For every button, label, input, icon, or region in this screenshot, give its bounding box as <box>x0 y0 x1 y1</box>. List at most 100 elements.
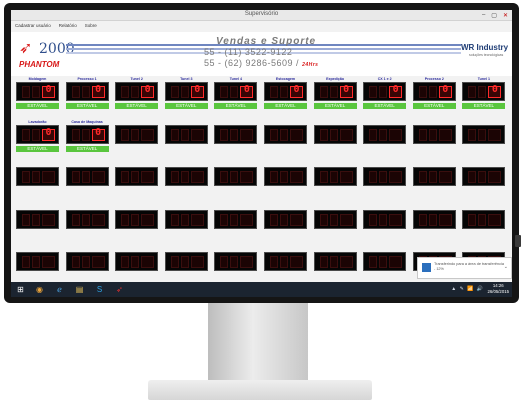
display-digit-slot <box>270 171 278 183</box>
panel-label: Casa de Maquinas <box>71 120 103 124</box>
display-digit-slot <box>379 86 388 98</box>
system-tray[interactable]: ▲ ✎ 📶 🔊 <box>451 286 484 292</box>
display-digit-slot <box>81 86 90 98</box>
display-digit-slot <box>319 86 328 98</box>
seven-segment-display <box>462 210 506 229</box>
transfer-notification[interactable]: Transferindo para a área de transferênci… <box>417 257 512 279</box>
seven-segment-display <box>16 210 59 229</box>
minimize-button[interactable]: – <box>482 12 485 18</box>
display-digit-slot <box>280 171 288 183</box>
seven-segment-display: 0 <box>313 82 357 101</box>
display-digit-slot <box>121 129 130 141</box>
sensor-panel-empty <box>313 120 358 156</box>
display-digit-slot <box>131 256 140 268</box>
display-digit-slot <box>438 171 452 183</box>
taskbar-clock[interactable]: 14:26 26/05/2015 <box>487 283 509 295</box>
sensor-panel-empty <box>213 120 258 156</box>
phantom-app-icon[interactable]: ➶ <box>113 284 126 295</box>
internet-explorer-icon[interactable]: ℯ <box>53 284 66 295</box>
panel-label: Moldagem <box>28 77 47 81</box>
menu-item-relatorio[interactable]: Relatório <box>59 23 77 28</box>
display-digit-slot <box>240 214 254 226</box>
display-digit-slot <box>71 214 80 226</box>
sensor-panel: Tunel 1 0 ESTÁVEL <box>461 77 506 113</box>
display-digit-slot <box>468 171 477 183</box>
display-value: 0 <box>45 127 52 138</box>
display-digit-slot <box>121 171 130 183</box>
display-digit-slot <box>428 129 437 141</box>
display-digit-slot <box>32 214 40 226</box>
panel-label: Tunel 3 <box>180 77 193 81</box>
skype-icon[interactable]: S <box>93 284 106 295</box>
display-digit-slot <box>329 171 338 183</box>
display-digit-slot <box>418 214 427 226</box>
seven-segment-display <box>164 210 208 229</box>
display-digit-slot <box>339 171 353 183</box>
display-digit-slot <box>220 171 229 183</box>
display-digit-slot <box>81 214 90 226</box>
seven-segment-display <box>65 167 109 186</box>
display-digit-slot <box>280 86 288 98</box>
chevron-down-icon[interactable]: ⌄ <box>504 264 508 270</box>
display-value: 0 <box>144 84 151 95</box>
sensor-panel: Processo 2 0 ESTÁVEL <box>412 77 457 113</box>
display-digit-slot <box>42 256 55 268</box>
seven-segment-display <box>164 125 208 144</box>
seven-segment-display <box>462 125 506 144</box>
maximize-button[interactable]: ▢ <box>491 12 497 19</box>
sensor-panel: Estocagem 0 ESTÁVEL <box>263 77 308 113</box>
monitor-bezel: Supervisório – ▢ ✕ Cadastrar usuário Rel… <box>4 3 521 303</box>
display-digit-slot <box>42 214 55 226</box>
panel-label: Processo 2 <box>424 77 444 81</box>
display-digit-slot <box>428 171 437 183</box>
menu-item-cadastrar-usuario[interactable]: Cadastrar usuário <box>15 23 51 28</box>
display-digit-slot <box>180 129 189 141</box>
display-digit-slot <box>290 214 303 226</box>
display-value: 0 <box>392 84 399 95</box>
display-value: 0 <box>45 84 52 95</box>
seven-segment-display: 0 <box>412 82 456 101</box>
status-badge: ESTÁVEL <box>16 103 59 109</box>
display-value: 0 <box>243 84 250 95</box>
menu-item-sobre[interactable]: Sobre <box>85 23 97 28</box>
display-digit-slot <box>389 214 403 226</box>
display-digit-slot <box>478 171 487 183</box>
display-digit-slot <box>22 171 30 183</box>
display-digit-slot <box>240 171 254 183</box>
seven-segment-display <box>264 125 307 144</box>
display-digit-slot <box>379 171 388 183</box>
notification-text: Transferindo para a área de transferênci… <box>434 262 504 271</box>
display-digit-slot <box>180 214 189 226</box>
file-explorer-icon[interactable]: ▤ <box>73 284 86 295</box>
windows-start-icon[interactable]: ⊞ <box>14 284 27 295</box>
monitor-stand-neck <box>208 303 308 381</box>
header-banner: ➶ 2000 PHANTOM Vendas e Suporte 55 - (11… <box>11 32 512 76</box>
window-titlebar: Supervisório – ▢ ✕ <box>11 10 512 21</box>
monitor-side-button <box>515 235 521 247</box>
close-button[interactable]: ✕ <box>503 12 508 19</box>
display-digit-slot <box>428 214 437 226</box>
display-digit-slot <box>389 256 403 268</box>
display-value: 0 <box>343 84 350 95</box>
display-digit-slot <box>270 129 278 141</box>
display-digit-slot <box>141 129 155 141</box>
seven-segment-display <box>412 167 456 186</box>
display-digit-slot <box>91 256 105 268</box>
display-digit-slot <box>270 214 278 226</box>
display-digit-slot <box>121 214 130 226</box>
chrome-icon[interactable]: ◉ <box>33 284 46 295</box>
status-badge: ESTÁVEL <box>115 103 159 109</box>
seven-segment-display <box>214 167 258 186</box>
display-digit-slot <box>290 129 303 141</box>
panel-label: Tunel 1 <box>477 77 491 81</box>
display-digit-slot <box>428 86 437 98</box>
sensor-panel-empty <box>362 205 407 241</box>
seven-segment-display: 0 <box>65 125 109 144</box>
display-digit-slot <box>32 171 40 183</box>
display-digit-slot <box>141 171 155 183</box>
display-digit-slot <box>230 214 239 226</box>
sensor-panel-empty <box>412 162 457 198</box>
sensor-panel-empty <box>362 162 407 198</box>
seven-segment-display <box>412 210 456 229</box>
company-tagline: soluções tecnológicas <box>469 53 504 57</box>
